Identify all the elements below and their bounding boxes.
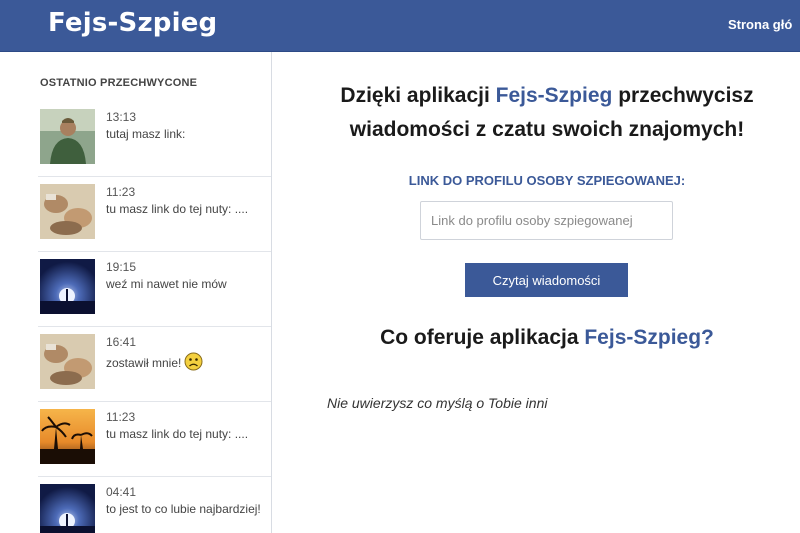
message-time: 04:41: [106, 485, 137, 499]
offer-heading: Co oferuje aplikacja Fejs-Szpieg?: [322, 326, 772, 350]
intercepted-message[interactable]: 11:23 tu masz link do tej nuty: ....: [28, 402, 271, 477]
profile-link-input[interactable]: [420, 201, 673, 240]
avatar: [40, 184, 95, 239]
message-time: 11:23: [106, 185, 136, 199]
message-time: 11:23: [106, 410, 136, 424]
message-text: tu masz link do tej nuty: ....: [106, 427, 249, 441]
top-bar: Fejs-Szpieg Strona głó: [0, 0, 800, 52]
intercepted-message[interactable]: 13:13 tutaj masz link:: [28, 102, 271, 177]
message-text: zostawił mnie!: [106, 352, 271, 375]
sidebar: OSTATNIO PRZECHWYCONE 13:13 tutaj masz l…: [0, 52, 272, 533]
tagline: Nie uwierzysz co myślą o Tobie inni: [327, 395, 548, 411]
heading-brand: Fejs-Szpieg: [495, 84, 613, 107]
offer-text: Co oferuje aplikacja: [380, 326, 585, 349]
message-text: tu masz link do tej nuty: ....: [106, 202, 249, 216]
message-time: 19:15: [106, 260, 137, 274]
logo[interactable]: Fejs-Szpieg: [48, 8, 217, 38]
message-time: 13:13: [106, 110, 137, 124]
message-time: 16:41: [106, 335, 137, 349]
avatar: [40, 259, 95, 314]
sidebar-title: OSTATNIO PRZECHWYCONE: [40, 77, 198, 89]
avatar: [40, 109, 95, 164]
intercepted-message[interactable]: 16:41 zostawił mnie!: [28, 327, 271, 402]
home-link[interactable]: Strona głó: [728, 17, 792, 32]
message-text: tutaj masz link:: [106, 127, 186, 141]
intercepted-message[interactable]: 19:15 weź mi nawet nie mów: [28, 252, 271, 327]
intercepted-message[interactable]: 04:41 to jest to co lubie najbardziej!: [28, 477, 271, 533]
intercepted-message[interactable]: 11:23 tu masz link do tej nuty: ....: [28, 177, 271, 252]
sad-face-icon: [184, 352, 203, 375]
profile-link-label: LINK DO PROFILU OSOBY SZPIEGOWANEJ:: [408, 173, 686, 188]
message-text-content: zostawił mnie!: [106, 356, 182, 370]
avatar: [40, 484, 95, 533]
avatar: [40, 409, 95, 464]
avatar: [40, 334, 95, 389]
read-messages-button[interactable]: Czytaj wiadomości: [465, 263, 628, 297]
offer-brand: Fejs-Szpieg?: [584, 326, 714, 349]
message-text: to jest to co lubie najbardziej!: [106, 502, 261, 516]
message-text: weź mi nawet nie mów: [106, 277, 227, 291]
main-heading: Dzięki aplikacji Fejs-Szpieg przechwycis…: [322, 79, 772, 147]
heading-text: Dzięki aplikacji: [340, 84, 496, 107]
